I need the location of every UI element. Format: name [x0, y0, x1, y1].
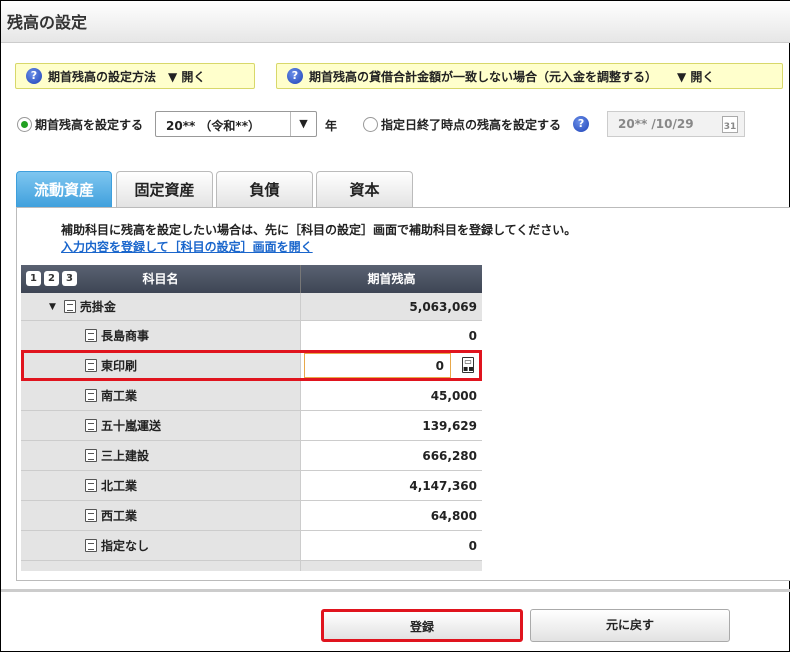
balance-value: 666,280 [301, 441, 482, 470]
sub-account-icon [85, 539, 97, 552]
help-setting-method[interactable]: ? 期首残高の設定方法 ▼ 開く [15, 63, 255, 89]
tab-fixed-assets[interactable]: 固定資産 [116, 171, 213, 208]
table-row: 北工業 4,147,360 [21, 471, 482, 501]
page-title: 残高の設定 [7, 13, 88, 32]
collapse-arrow-icon[interactable]: ▼ [49, 302, 56, 312]
help-icon: ? [287, 68, 303, 84]
year-value: 20** （令和**） [166, 119, 260, 133]
radio-opening-balance[interactable] [17, 116, 32, 132]
sub-account-icon [85, 359, 97, 372]
help-icon[interactable]: ? [573, 116, 590, 132]
radio-date-balance[interactable] [363, 116, 378, 132]
account-name: 南工業 [101, 389, 138, 403]
balance-input[interactable]: 0 ▭ ▪▪ [301, 351, 482, 380]
account-name: 長島商事 [101, 329, 150, 343]
open-account-settings-link[interactable]: 入力内容を登録して［科目の設定］画面を開く [61, 238, 313, 255]
account-name: 東印刷 [101, 359, 138, 373]
account-name: 西工業 [101, 509, 138, 523]
sub-account-icon [85, 509, 97, 522]
sub-account-icon [85, 479, 97, 492]
column-header-account: 科目名 [142, 272, 179, 286]
balance-value: 5,063,069 [301, 293, 482, 320]
level-2-button[interactable]: 2 [44, 271, 59, 286]
sub-account-icon [85, 419, 97, 432]
expand-toggle[interactable]: ▼ 開く [677, 68, 714, 85]
balance-input-field[interactable]: 0 [304, 353, 451, 378]
ledger-icon [63, 300, 76, 313]
balance-value: 0 [301, 321, 482, 350]
account-name: 五十嵐運送 [101, 419, 162, 433]
table-row: 東印刷 0 ▭ ▪▪ [21, 351, 482, 381]
balance-value: 139,629 [301, 411, 482, 440]
account-name: 三上建設 [101, 449, 150, 463]
calendar-icon[interactable]: 31 [722, 116, 738, 133]
table-row: 指定なし 0 [21, 531, 482, 561]
help-balance-mismatch[interactable]: ? 期首残高の貸借合計金額が一致しない場合（元入金を調整する） ▼ 開く [276, 63, 783, 89]
dropdown-arrow-icon[interactable]: ▼ [290, 112, 316, 136]
table-row: 西工業 64,800 [21, 501, 482, 531]
expand-toggle[interactable]: ▼ 開く [168, 68, 205, 85]
table-row: 南工業 45,000 [21, 381, 482, 411]
year-select[interactable]: 20** （令和**） ▼ [155, 111, 317, 137]
table-row: 五十嵐運送 139,629 [21, 411, 482, 441]
info-note: 補助科目に残高を設定したい場合は、先に［科目の設定］画面で補助科目を登録してくだ… [61, 223, 577, 237]
level-1-button[interactable]: 1 [26, 271, 41, 286]
radio-label: 指定日終了時点の残高を設定する [381, 117, 562, 132]
radio-label: 期首残高を設定する [35, 117, 144, 132]
account-name: 指定なし [101, 539, 150, 553]
help-label: 期首残高の貸借合計金額が一致しない場合（元入金を調整する） [309, 69, 658, 84]
title-bar: 残高の設定 [1, 1, 790, 43]
date-input[interactable]: 20** /10/29 31 [607, 111, 745, 137]
help-label: 期首残高の設定方法 [48, 69, 157, 84]
tab-capital[interactable]: 資本 [316, 171, 413, 208]
table-row-partial [21, 561, 482, 571]
account-name: 北工業 [101, 479, 138, 493]
revert-button[interactable]: 元に戻す [530, 609, 730, 642]
sub-account-icon [85, 329, 97, 342]
balance-value: 45,000 [301, 381, 482, 410]
table-row: 長島商事 0 [21, 321, 482, 351]
balance-value: 64,800 [301, 501, 482, 530]
table-row: 三上建設 666,280 [21, 441, 482, 471]
help-icon: ? [26, 68, 42, 84]
level-3-button[interactable]: 3 [62, 271, 77, 286]
tab-current-assets[interactable]: 流動資産 [16, 171, 112, 208]
tab-liabilities[interactable]: 負債 [216, 171, 313, 208]
date-balance-option[interactable]: 指定日終了時点の残高を設定する ? [363, 111, 595, 137]
table-row-parent: ▼ 売掛金 5,063,069 [21, 293, 482, 321]
account-name: 売掛金 [79, 300, 116, 314]
sub-account-icon [85, 449, 97, 462]
balance-value: 4,147,360 [301, 471, 482, 500]
sub-account-icon [85, 389, 97, 402]
divider [1, 589, 790, 592]
table-header: 1 2 3 科目名 期首残高 [21, 265, 482, 293]
balance-value: 0 [301, 531, 482, 560]
date-value: 20** /10/29 [618, 117, 694, 131]
year-unit: 年 [325, 119, 338, 133]
calculator-icon[interactable]: ▭ ▪▪ [462, 357, 474, 373]
opening-balance-option[interactable]: 期首残高を設定する [17, 111, 143, 137]
column-header-balance: 期首残高 [367, 272, 416, 286]
save-button[interactable]: 登録 [321, 609, 523, 642]
